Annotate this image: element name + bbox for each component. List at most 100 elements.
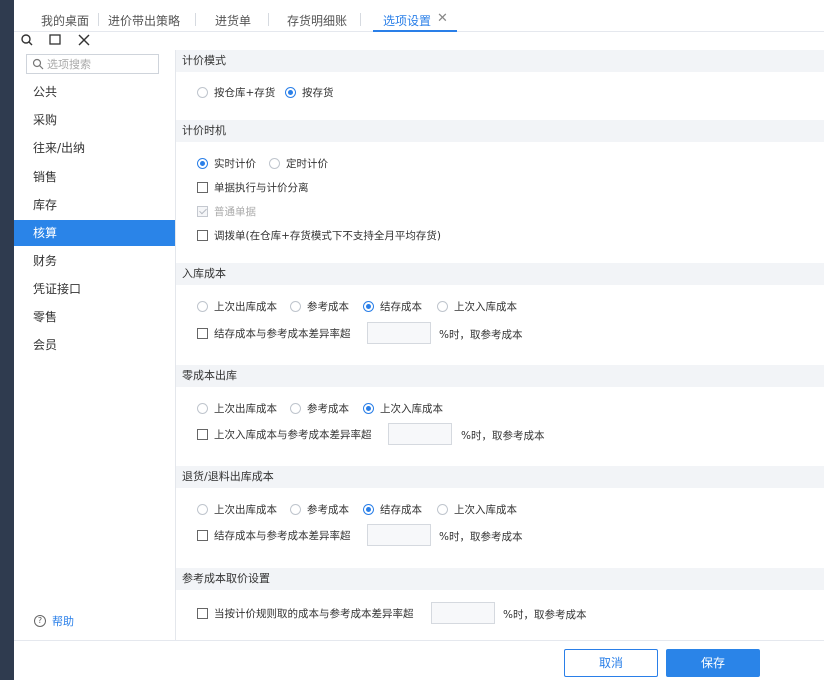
tab-my-desktop[interactable]: 我的桌面 [41, 12, 89, 32]
option-label: 上次入库成本与参考成本差异率超 [214, 428, 372, 441]
option-label: 普通单据 [214, 205, 256, 218]
settings-sidebar: 公共 采购 往来/出纳 销售 库存 核算 财务 凭证接口 零售 会员 ? 帮助 [14, 50, 176, 640]
checkbox[interactable] [197, 529, 208, 541]
option-search-input[interactable] [47, 56, 155, 72]
radio-inbound-last-in[interactable]: 上次入库成本 [437, 299, 517, 313]
active-tab-indicator [373, 30, 457, 32]
sidebar-item-common[interactable]: 公共 [14, 79, 175, 105]
tab-divider [268, 13, 269, 26]
inbound-diff-suffix: %时，取参考成本 [439, 329, 523, 341]
radio-return-balance[interactable]: 结存成本 [363, 502, 422, 516]
radio-zero-reference[interactable]: 参考成本 [290, 401, 349, 415]
tab-divider [360, 13, 361, 26]
settings-content: 计价模式 按仓库+存货 按存货 计价时机 实时计价 定时计价 单据执行与计价分离… [176, 50, 824, 640]
radio-zero-last-in[interactable]: 上次入库成本 [363, 401, 443, 415]
tab-price-strategy[interactable]: 进价带出策略 [108, 12, 180, 32]
radio-pricing-warehouse[interactable]: 按仓库+存货 [197, 85, 275, 99]
search-icon[interactable] [20, 32, 34, 48]
radio-button-selected[interactable] [363, 503, 374, 515]
radio-return-last-out[interactable]: 上次出库成本 [197, 502, 277, 516]
radio-return-last-in[interactable]: 上次入库成本 [437, 502, 517, 516]
radio-button-selected[interactable] [363, 300, 374, 312]
checkbox[interactable] [197, 181, 208, 193]
check-transfer-documents[interactable]: 调拨单(在仓库+存货模式下不支持全月平均存货) [197, 228, 441, 242]
option-label: 上次出库成本 [214, 402, 277, 415]
cancel-button[interactable]: 取消 [564, 649, 658, 677]
option-label: 实时计价 [214, 157, 256, 170]
search-icon [32, 58, 44, 70]
option-label: 上次入库成本 [380, 402, 443, 415]
ref-diff-rate-input[interactable] [431, 602, 495, 624]
tab-inventory-ledger[interactable]: 存货明细账 [287, 12, 347, 32]
help-icon: ? [34, 615, 46, 627]
help-link[interactable]: ? 帮助 [34, 613, 74, 629]
sidebar-item-voucher[interactable]: 凭证接口 [14, 276, 175, 302]
radio-button-selected[interactable] [285, 86, 296, 98]
radio-button[interactable] [290, 402, 301, 414]
radio-button[interactable] [290, 300, 301, 312]
option-label: 上次出库成本 [214, 300, 277, 313]
radio-zero-last-out[interactable]: 上次出库成本 [197, 401, 277, 415]
check-return-diff-rate[interactable]: 结存成本与参考成本差异率超 [197, 528, 351, 542]
option-label: 参考成本 [307, 503, 349, 516]
dialog-footer: 取消 保存 [14, 640, 824, 680]
radio-button[interactable] [197, 300, 208, 312]
tab-option-settings[interactable]: 选项设置 [383, 12, 431, 32]
app-left-rail [0, 0, 14, 680]
radio-button-selected[interactable] [363, 402, 374, 414]
radio-button[interactable] [290, 503, 301, 515]
sidebar-item-costing[interactable]: 核算 [14, 220, 175, 246]
sidebar-item-inventory[interactable]: 库存 [14, 192, 175, 218]
option-label: 参考成本 [307, 300, 349, 313]
option-label: 当按计价规则取的成本与参考成本差异率超 [214, 607, 414, 620]
sidebar-item-sales[interactable]: 销售 [14, 164, 175, 190]
radio-button[interactable] [197, 503, 208, 515]
option-search-box[interactable] [26, 54, 159, 74]
option-label: 按存货 [302, 86, 334, 99]
checkbox[interactable] [197, 607, 208, 619]
option-label: 调拨单(在仓库+存货模式下不支持全月平均存货) [214, 229, 441, 242]
radio-button[interactable] [197, 402, 208, 414]
radio-inbound-last-out[interactable]: 上次出库成本 [197, 299, 277, 313]
panel-toolbar [14, 32, 176, 50]
tab-close-icon[interactable]: ✕ [437, 12, 449, 26]
save-button[interactable]: 保存 [666, 649, 760, 677]
checkbox[interactable] [197, 327, 208, 339]
option-label: 结存成本 [380, 503, 422, 516]
option-label: 参考成本 [307, 402, 349, 415]
close-icon[interactable] [77, 32, 91, 48]
radio-scheduled-pricing[interactable]: 定时计价 [269, 156, 328, 170]
radio-button[interactable] [437, 300, 448, 312]
check-inbound-diff-rate[interactable]: 结存成本与参考成本差异率超 [197, 326, 351, 340]
sidebar-item-purchase[interactable]: 采购 [14, 107, 175, 133]
radio-button[interactable] [269, 157, 280, 169]
return-diff-rate-input[interactable] [367, 524, 431, 546]
maximize-icon[interactable] [48, 32, 62, 48]
radio-button[interactable] [437, 503, 448, 515]
radio-button-selected[interactable] [197, 157, 208, 169]
inbound-diff-rate-input[interactable] [367, 322, 431, 344]
sidebar-item-member[interactable]: 会员 [14, 332, 175, 358]
radio-realtime-pricing[interactable]: 实时计价 [197, 156, 256, 170]
radio-return-reference[interactable]: 参考成本 [290, 502, 349, 516]
tab-divider [98, 13, 99, 26]
sidebar-item-finance[interactable]: 财务 [14, 248, 175, 274]
radio-inbound-balance[interactable]: 结存成本 [363, 299, 422, 313]
checkbox[interactable] [197, 428, 208, 440]
option-label: 结存成本与参考成本差异率超 [214, 529, 351, 542]
tab-purchase-order[interactable]: 进货单 [215, 12, 251, 32]
checkbox[interactable] [197, 229, 208, 241]
radio-pricing-item[interactable]: 按存货 [285, 85, 334, 99]
sidebar-item-accounts[interactable]: 往来/出纳 [14, 135, 175, 161]
radio-button[interactable] [197, 86, 208, 98]
option-label: 上次入库成本 [454, 503, 517, 516]
section-title-zero-cost-out: 零成本出库 [176, 365, 824, 387]
return-diff-suffix: %时，取参考成本 [439, 531, 523, 543]
zero-diff-rate-input[interactable] [388, 423, 452, 445]
sidebar-item-retail[interactable]: 零售 [14, 304, 175, 330]
check-separate-execution[interactable]: 单据执行与计价分离 [197, 180, 309, 194]
check-ref-diff-rate[interactable]: 当按计价规则取的成本与参考成本差异率超 [197, 606, 414, 620]
option-label: 单据执行与计价分离 [214, 181, 309, 194]
radio-inbound-reference[interactable]: 参考成本 [290, 299, 349, 313]
check-zero-diff-rate[interactable]: 上次入库成本与参考成本差异率超 [197, 427, 372, 441]
